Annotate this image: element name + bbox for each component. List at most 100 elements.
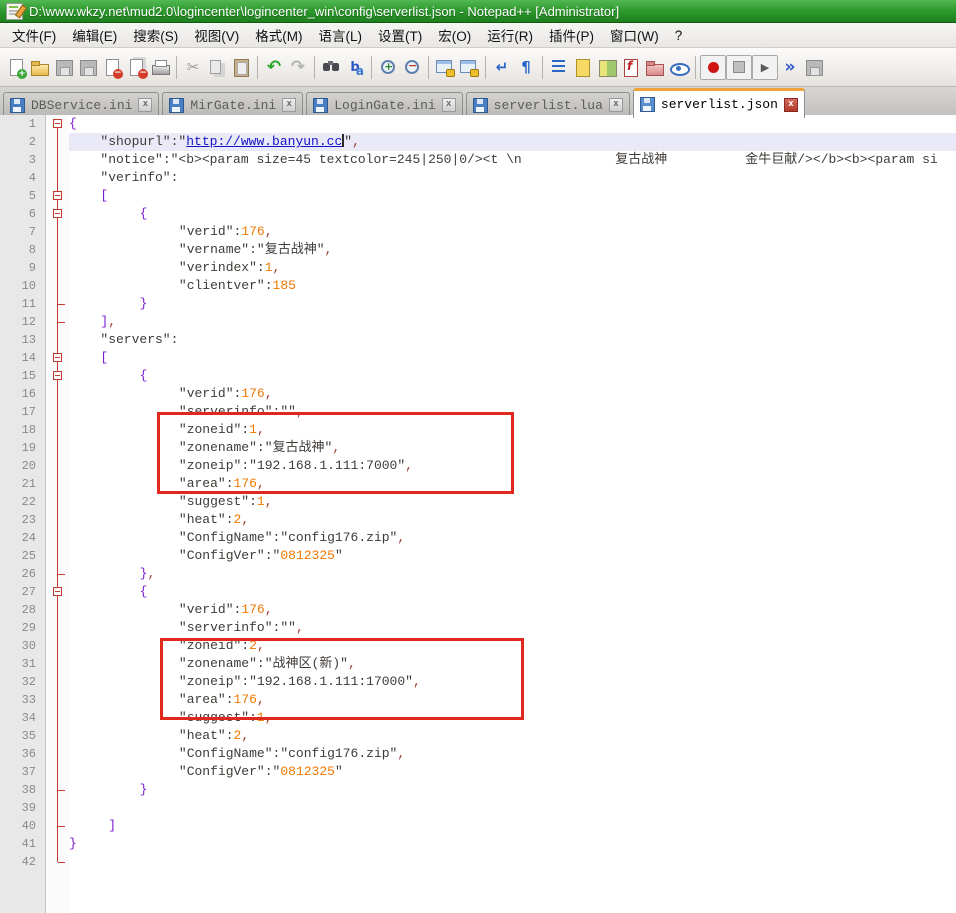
saved-file-icon — [10, 98, 25, 113]
fold-marker[interactable] — [46, 349, 69, 367]
save-all-icon[interactable] — [76, 56, 100, 79]
code-line: 6{ — [0, 205, 956, 223]
code-line: 24"ConfigName":"config176.zip", — [0, 529, 956, 547]
line-number: 28 — [0, 601, 46, 619]
menu-item-3[interactable]: 视图(V) — [186, 23, 247, 47]
code-text: "verid":176, — [69, 385, 956, 403]
print-icon[interactable] — [148, 56, 172, 79]
fold-marker — [46, 691, 69, 709]
menu-item-7[interactable]: 宏(O) — [430, 23, 479, 47]
menu-item-2[interactable]: 搜索(S) — [125, 23, 186, 47]
playback-macro-icon[interactable] — [752, 55, 778, 80]
fold-marker — [46, 745, 69, 763]
sync-horizontal-scroll-icon[interactable] — [457, 56, 481, 79]
menu-item-4[interactable]: 格式(M) — [247, 23, 310, 47]
code-line: 16"verid":176, — [0, 385, 956, 403]
title-bar[interactable]: D:\www.wkzy.net\mud2.0\logincenter\login… — [0, 0, 956, 23]
menu-item-8[interactable]: 运行(R) — [479, 23, 541, 47]
open-file-icon[interactable] — [28, 56, 52, 79]
fold-marker[interactable] — [46, 187, 69, 205]
line-number: 3 — [0, 151, 46, 169]
code-text: "verinfo": — [69, 169, 956, 187]
close-tab-icon[interactable]: x — [138, 98, 152, 112]
indent-guide-icon[interactable] — [547, 56, 571, 79]
code-line: 28"verid":176, — [0, 601, 956, 619]
fold-marker[interactable] — [46, 205, 69, 223]
function-list-icon[interactable] — [619, 56, 643, 79]
code-line: 36"ConfigName":"config176.zip", — [0, 745, 956, 763]
menu-bar: 文件(F)编辑(E)搜索(S)视图(V)格式(M)语言(L)设置(T)宏(O)运… — [0, 23, 956, 48]
cut-icon[interactable] — [181, 56, 205, 79]
replace-icon[interactable] — [343, 56, 367, 79]
save-macro-icon[interactable] — [802, 56, 826, 79]
fold-marker[interactable] — [46, 367, 69, 385]
menu-item-5[interactable]: 语言(L) — [311, 23, 371, 47]
sync-vertical-scroll-icon[interactable] — [433, 56, 457, 79]
line-number: 14 — [0, 349, 46, 367]
document-map-icon[interactable] — [595, 56, 619, 79]
stop-record-icon[interactable] — [726, 55, 752, 80]
menu-item-6[interactable]: 设置(T) — [370, 23, 430, 47]
tab-LoginGate.ini[interactable]: LoginGate.ini x — [306, 92, 462, 117]
line-number: 31 — [0, 655, 46, 673]
user-defined-language-icon[interactable] — [571, 56, 595, 79]
close-all-icon[interactable] — [124, 56, 148, 79]
line-number: 32 — [0, 673, 46, 691]
tab-serverlist.lua[interactable]: serverlist.luax — [466, 92, 630, 117]
fold-marker[interactable] — [46, 115, 69, 133]
close-tab-icon[interactable]: x — [784, 98, 798, 112]
fold-marker — [46, 547, 69, 565]
line-number: 37 — [0, 763, 46, 781]
tab-label: serverlist.json — [661, 97, 778, 112]
close-tab-icon[interactable]: x — [442, 98, 456, 112]
save-icon[interactable] — [52, 56, 76, 79]
copy-icon[interactable] — [205, 56, 229, 79]
monitoring-icon[interactable] — [667, 56, 691, 79]
fold-marker — [46, 601, 69, 619]
code-text: "notice":"<b><param size=45 textcolor=24… — [69, 151, 956, 169]
close-tab-icon[interactable]: x — [609, 98, 623, 112]
undo-icon[interactable] — [262, 56, 286, 79]
menu-item-11[interactable]: ? — [667, 26, 691, 45]
close-tab-icon[interactable]: x — [282, 98, 296, 112]
folder-as-workspace-icon[interactable] — [643, 56, 667, 79]
code-line: 25"ConfigVer":"0812325" — [0, 547, 956, 565]
code-text: "verid":176, — [69, 223, 956, 241]
line-number: 15 — [0, 367, 46, 385]
show-all-characters-icon[interactable] — [514, 56, 538, 79]
fold-marker — [46, 439, 69, 457]
toolbar-separator — [485, 56, 486, 79]
menu-item-10[interactable]: 窗口(W) — [602, 23, 667, 47]
code-line: 11} — [0, 295, 956, 313]
record-macro-icon[interactable] — [700, 55, 726, 80]
line-number: 4 — [0, 169, 46, 187]
fold-marker — [46, 169, 69, 187]
toolbar-separator — [695, 56, 696, 79]
tab-DBService.ini[interactable]: DBService.ini x — [3, 92, 159, 117]
menu-item-0[interactable]: 文件(F) — [4, 23, 64, 47]
line-number: 8 — [0, 241, 46, 259]
editor-area[interactable]: 1{2"shopurl":"http://www.banyun.cc",3"no… — [0, 115, 956, 913]
code-text: "serverinfo":"", — [69, 619, 956, 637]
code-text — [69, 853, 956, 871]
tab-MirGate.ini[interactable]: MirGate.inix — [162, 92, 303, 117]
zoom-in-icon[interactable] — [376, 56, 400, 79]
find-icon[interactable] — [319, 56, 343, 79]
code-line: 7"verid":176, — [0, 223, 956, 241]
close-file-icon[interactable] — [100, 56, 124, 79]
fold-marker[interactable] — [46, 583, 69, 601]
menu-item-1[interactable]: 编辑(E) — [64, 23, 125, 47]
paste-icon[interactable] — [229, 56, 253, 79]
zoom-out-icon[interactable] — [400, 56, 424, 79]
new-file-icon[interactable] — [4, 56, 28, 79]
code-text: { — [69, 115, 956, 133]
code-line: 39 — [0, 799, 956, 817]
tab-serverlist.json[interactable]: serverlist.json x — [633, 88, 805, 118]
word-wrap-icon[interactable] — [490, 56, 514, 79]
menu-item-9[interactable]: 插件(P) — [541, 23, 602, 47]
tab-label: DBService.ini — [31, 98, 132, 113]
code-line: 38} — [0, 781, 956, 799]
redo-icon[interactable] — [286, 56, 310, 79]
tab-label: LoginGate.ini — [334, 98, 435, 113]
run-macro-multiple-icon[interactable] — [778, 56, 802, 79]
